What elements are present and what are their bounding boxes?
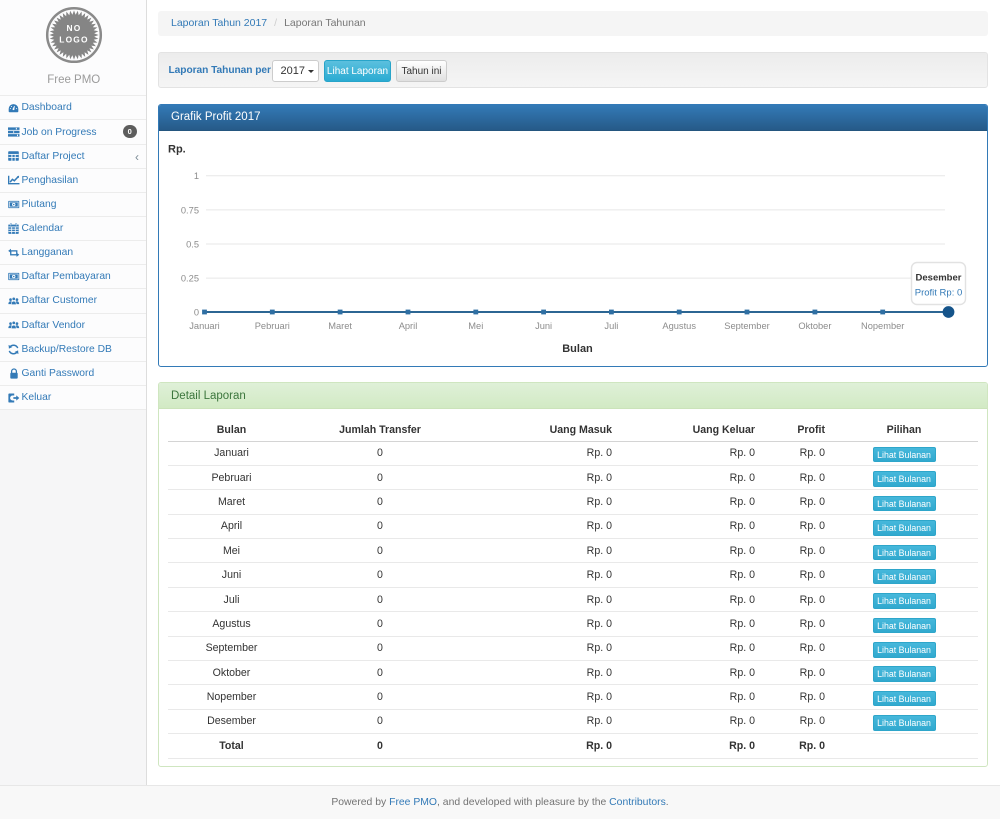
svg-text:NO: NO (66, 23, 81, 33)
svg-text:Mei: Mei (468, 321, 483, 331)
svg-text:Desember: Desember (916, 272, 962, 283)
svg-text:April: April (399, 321, 418, 331)
svg-text:LOGO: LOGO (59, 34, 88, 44)
svg-text:Pebruari: Pebruari (255, 321, 290, 331)
svg-text:Rp.: Rp. (168, 143, 186, 155)
svg-text:Juni: Juni (535, 321, 552, 331)
svg-text:Bulan: Bulan (562, 343, 593, 355)
svg-text:0.5: 0.5 (186, 239, 199, 249)
svg-text:1: 1 (194, 171, 199, 181)
svg-text:0.75: 0.75 (181, 205, 199, 215)
svg-text:Nopember: Nopember (861, 321, 904, 331)
svg-text:Januari: Januari (189, 321, 220, 331)
svg-text:0.25: 0.25 (181, 273, 199, 283)
svg-text:September: September (724, 321, 769, 331)
svg-text:Maret: Maret (328, 321, 352, 331)
svg-text:Agustus: Agustus (662, 321, 696, 331)
svg-text:Profit Rp: 0: Profit Rp: 0 (915, 287, 963, 298)
svg-text:Juli: Juli (604, 321, 618, 331)
svg-text:Oktober: Oktober (798, 321, 831, 331)
svg-text:0: 0 (194, 307, 199, 317)
